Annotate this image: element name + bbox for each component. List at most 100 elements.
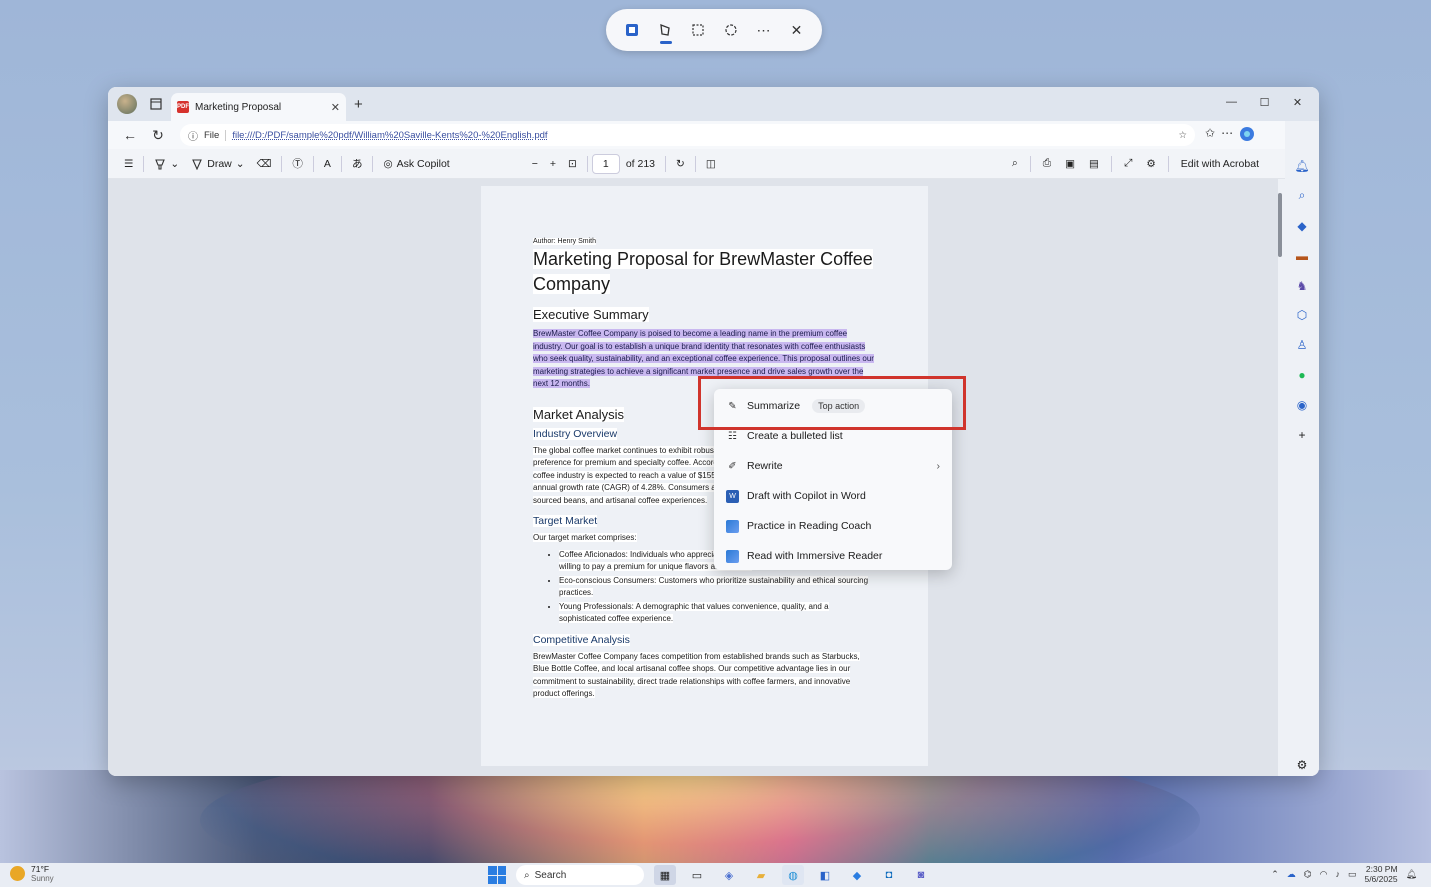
edge-icon[interactable]: ◍: [782, 865, 804, 885]
menu-item-rewrite[interactable]: ✐ Rewrite ›: [714, 451, 952, 481]
text-box-icon[interactable]: Ⓣ: [286, 152, 309, 176]
todo-icon[interactable]: ◆: [846, 865, 868, 885]
favorite-star-icon[interactable]: ☆: [1178, 130, 1187, 141]
window-snip-icon[interactable]: [715, 14, 746, 46]
copilot-app-icon[interactable]: ◈: [718, 865, 740, 885]
weather-temp: 71°F: [31, 864, 50, 874]
close-tab-icon[interactable]: ✕: [331, 101, 340, 114]
taskbar-search[interactable]: ⌕ Search: [516, 865, 644, 885]
maximize-icon[interactable]: ☐: [1251, 93, 1278, 111]
sidebar-settings-icon[interactable]: ⚙: [1291, 754, 1313, 776]
clock[interactable]: 2:30 PM 5/6/2025: [1364, 864, 1397, 884]
translate-icon[interactable]: あ: [346, 152, 369, 176]
minimize-icon[interactable]: —: [1218, 93, 1245, 111]
tab-actions-icon[interactable]: [145, 93, 167, 115]
reading-coach-label: Practice in Reading Coach: [747, 520, 872, 532]
volume-icon[interactable]: ♪: [1335, 869, 1340, 879]
search-sidebar-icon[interactable]: ⌕: [1291, 185, 1313, 207]
onedrive-icon[interactable]: ☁: [1287, 869, 1296, 880]
save-as-icon[interactable]: ▤: [1083, 152, 1105, 176]
close-window-icon[interactable]: ✕: [1284, 93, 1311, 111]
battery-icon[interactable]: ▭: [1348, 869, 1357, 880]
store-icon[interactable]: ◧: [814, 865, 836, 885]
highlight-icon[interactable]: ⌄: [148, 152, 185, 176]
tools-icon[interactable]: ▬: [1291, 245, 1313, 267]
read-aloud-icon[interactable]: A: [318, 152, 337, 176]
page-number-input[interactable]: 1: [591, 153, 620, 174]
file-explorer-icon[interactable]: ▰: [750, 865, 772, 885]
print-icon[interactable]: ⎙: [1037, 152, 1057, 176]
top-action-badge: Top action: [812, 399, 866, 413]
start-button[interactable]: [488, 866, 506, 884]
search-icon: ⌕: [524, 869, 530, 881]
menu-item-immersive-reader[interactable]: Read with Immersive Reader: [714, 541, 952, 571]
wifi-icon[interactable]: ◠: [1320, 869, 1328, 880]
divider: [694, 155, 696, 172]
clock-time: 2:30 PM: [1365, 864, 1398, 874]
gear-icon[interactable]: ⚙: [1140, 152, 1161, 176]
pdf-icon: PDF: [177, 101, 189, 113]
task-view-icon[interactable]: ▭: [686, 865, 708, 885]
address-bar[interactable]: ⓘ File file:///D:/PDF/sample%20pdf/Willi…: [180, 124, 1195, 146]
back-icon[interactable]: ←: [116, 123, 144, 147]
scrollbar-thumb[interactable]: [1278, 193, 1282, 257]
favorites-icon[interactable]: ✩: [1205, 126, 1215, 145]
notification-bell-icon[interactable]: 🔔︎: [1406, 869, 1417, 880]
divider: [1029, 155, 1031, 172]
save-icon[interactable]: ▣: [1059, 152, 1081, 176]
bell-icon[interactable]: 🔔︎: [1291, 155, 1313, 177]
menu-item-bulleted-list[interactable]: ☷ Create a bulleted list: [714, 421, 952, 451]
games-icon[interactable]: ♞: [1291, 275, 1313, 297]
profile-avatar[interactable]: [117, 94, 137, 114]
add-icon[interactable]: +: [1291, 424, 1313, 446]
network-icon[interactable]: ⌬: [1304, 869, 1312, 880]
copilot-icon[interactable]: [1239, 126, 1255, 145]
office-icon[interactable]: ⬡: [1291, 305, 1313, 327]
rectangle-snip-icon[interactable]: [682, 14, 713, 46]
fullscreen-icon[interactable]: ⤢: [1118, 152, 1138, 176]
snipping-toolbar: ⋯ ✕: [606, 9, 822, 51]
more-options-icon[interactable]: ⋯: [748, 14, 779, 46]
refresh-icon[interactable]: ↻: [144, 123, 172, 147]
ask-copilot-label: Ask Copilot: [396, 157, 450, 170]
freeform-snip-icon[interactable]: [649, 14, 680, 46]
rewrite-icon: ✐: [728, 460, 737, 472]
widgets-icon[interactable]: ▦: [654, 865, 676, 885]
pdf-toolbar: ☰ ⌄ Draw ⌄ ⌫ Ⓣ A あ ◎ Ask Copilot − + ⊡ 1 …: [108, 149, 1319, 179]
new-tab-icon[interactable]: +: [354, 96, 363, 113]
edge-sidebar: ◎ 🔔︎ ⌕ ◆ ▬ ♞ ⬡ ♙ ● ◉ + ⚙: [1285, 121, 1319, 776]
exec-summary-heading: Executive Summary: [533, 307, 649, 322]
info-icon[interactable]: ⓘ: [188, 128, 198, 143]
edit-with-acrobat-button[interactable]: Edit with Acrobat: [1175, 152, 1265, 176]
settings-more-icon[interactable]: ⋯: [1221, 126, 1233, 145]
spotify-icon[interactable]: ●: [1291, 364, 1313, 386]
draw-button[interactable]: Draw ⌄: [185, 152, 250, 176]
messenger-icon[interactable]: ◉: [1291, 394, 1313, 416]
pdf-viewer[interactable]: Author: Henry Smith Marketing Proposal f…: [108, 179, 1278, 776]
outlook-icon[interactable]: ◘: [878, 865, 900, 885]
menu-item-summarize[interactable]: ✎ Summarize Top action: [714, 391, 952, 421]
weather-widget[interactable]: 71°F Sunny: [10, 864, 54, 883]
tab-marketing-proposal[interactable]: PDF Marketing Proposal ✕: [171, 93, 346, 121]
zoom-in-icon[interactable]: +: [544, 152, 562, 176]
zoom-out-icon[interactable]: −: [526, 152, 544, 176]
search-icon[interactable]: ⌕: [1006, 152, 1024, 176]
url-text[interactable]: file:///D:/PDF/sample%20pdf/William%20Sa…: [232, 130, 547, 141]
fit-to-page-icon[interactable]: ⊡: [562, 152, 583, 176]
drop-icon[interactable]: ♙: [1291, 334, 1313, 356]
eraser-icon[interactable]: ⌫: [251, 152, 278, 176]
chevron-up-icon[interactable]: ⌃: [1271, 869, 1279, 880]
menu-item-reading-coach[interactable]: Practice in Reading Coach: [714, 511, 952, 541]
ask-copilot-button[interactable]: ◎ Ask Copilot: [377, 152, 455, 176]
teams-icon[interactable]: ◙: [910, 865, 932, 885]
exec-summary-text[interactable]: BrewMaster Coffee Company is poised to b…: [533, 328, 876, 391]
snip-mode-icon[interactable]: [616, 14, 647, 46]
close-icon[interactable]: ✕: [781, 14, 812, 46]
menu-item-draft-word[interactable]: W Draft with Copilot in Word: [714, 481, 952, 511]
vertical-scrollbar[interactable]: [1275, 179, 1285, 776]
contents-icon[interactable]: ☰: [118, 152, 139, 176]
rotate-icon[interactable]: ↻: [670, 152, 691, 176]
shopping-tag-icon[interactable]: ◆: [1291, 215, 1313, 237]
divider: [372, 155, 374, 172]
page-view-icon[interactable]: ◫: [700, 152, 722, 176]
